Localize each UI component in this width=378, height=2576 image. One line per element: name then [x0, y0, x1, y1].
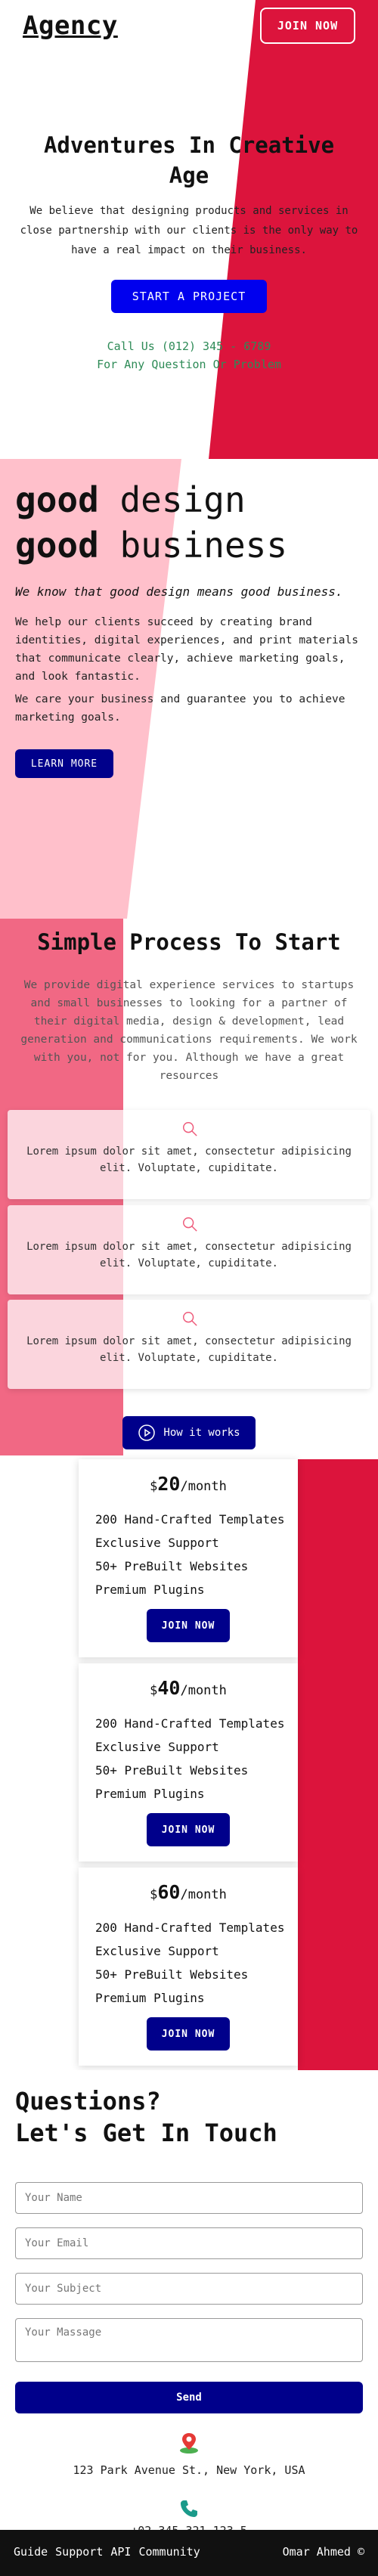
name-field[interactable] [15, 2182, 363, 2214]
brand-logo[interactable]: Agency [23, 11, 118, 41]
heading-business: business [119, 525, 288, 566]
plan-join-button[interactable]: JOIN NOW [147, 1609, 230, 1642]
price-period: /month [180, 1887, 227, 1902]
price-feature: 50+ PreBuilt Websites [95, 1559, 249, 1573]
footer-link-support[interactable]: Support [55, 2545, 103, 2559]
footer-link-community[interactable]: Community [138, 2545, 200, 2559]
price: $40/month [79, 1677, 298, 1699]
about-paragraph-1: We help our clients succeed by creating … [15, 616, 358, 683]
price-card: $60/month 200 Hand-Crafted Templates Exc… [79, 1868, 298, 2066]
price-feature: Exclusive Support [95, 1740, 219, 1754]
price-card: $20/month 200 Hand-Crafted Templates Exc… [79, 1459, 298, 1657]
price-card: $40/month 200 Hand-Crafted Templates Exc… [79, 1663, 298, 1861]
price-feature: Premium Plugins [95, 1991, 205, 2005]
learn-more-button[interactable]: LEARN MORE [15, 749, 113, 778]
join-now-button[interactable]: JOIN NOW [260, 8, 355, 44]
price-feature: 50+ PreBuilt Websites [95, 1967, 249, 1982]
phone-icon [181, 2500, 197, 2517]
contact-title-line-2: Let's Get In Touch [15, 2119, 277, 2147]
how-it-works-label: How it works [163, 1427, 240, 1439]
message-field[interactable] [15, 2318, 363, 2362]
contact-section: Questions? Let's Get In Touch Send 123 P… [0, 2070, 378, 2537]
footer-link-api[interactable]: API [110, 2545, 131, 2559]
card-text: Lorem ipsum dolor sit amet, consectetur … [26, 1241, 352, 1269]
search-icon [183, 1312, 197, 1326]
price-feature: Premium Plugins [95, 1582, 205, 1597]
how-it-works-button[interactable]: How it works [122, 1416, 256, 1449]
footer: Guide Support API Community Omar Ahmed © [0, 2530, 378, 2576]
price-feature: Premium Plugins [95, 1787, 205, 1801]
footer-links: Guide Support API Community [14, 2545, 200, 2559]
about-heading: good design good business [15, 477, 287, 568]
price-feature: Exclusive Support [95, 1536, 219, 1550]
footer-link-guide[interactable]: Guide [14, 2545, 48, 2559]
heading-good-1: good [15, 479, 99, 520]
address-text: 123 Park Avenue St., New York, USA [73, 2463, 305, 2477]
location-pin-icon [180, 2433, 198, 2454]
email-field[interactable] [15, 2227, 363, 2259]
plan-join-button[interactable]: JOIN NOW [147, 1813, 230, 1846]
play-icon [138, 1424, 156, 1441]
price-currency: $ [150, 1683, 158, 1698]
price-amount: 40 [157, 1677, 181, 1699]
price: $60/month [79, 1881, 298, 1903]
price-period: /month [180, 1479, 227, 1494]
price-amount: 60 [157, 1881, 181, 1903]
hero-text: We believe that designing products and s… [20, 205, 358, 256]
search-icon [183, 1217, 197, 1232]
price-currency: $ [150, 1479, 158, 1494]
price-feature: Exclusive Support [95, 1944, 219, 1958]
price-period: /month [180, 1683, 227, 1698]
subject-field[interactable] [15, 2273, 363, 2305]
contact-title-line-1: Questions? [15, 2087, 161, 2116]
contact-title: Questions? Let's Get In Touch [15, 2085, 277, 2149]
footer-copyright: Omar Ahmed © [282, 2545, 364, 2559]
heading-design: design [119, 479, 246, 520]
hero-section: Agency JOIN NOW Adventures In Creative A… [0, 0, 378, 459]
heading-good-2: good [15, 525, 99, 566]
process-title: Simple Process To Start [37, 929, 341, 955]
card-text: Lorem ipsum dolor sit amet, consectetur … [26, 1145, 352, 1174]
about-tagline: We know that good design means good busi… [15, 584, 343, 599]
search-icon [183, 1122, 197, 1136]
price: $20/month [79, 1473, 298, 1495]
call-subtext: For Any Question Or Problem [97, 358, 281, 371]
process-text: We provide digital experience services t… [20, 979, 358, 1082]
process-card: Lorem ipsum dolor sit amet, consectetur … [8, 1300, 370, 1389]
plan-join-button[interactable]: JOIN NOW [147, 2017, 230, 2051]
pricing-section: $20/month 200 Hand-Crafted Templates Exc… [0, 1459, 378, 2070]
call-phone: Call Us (012) 345 - 6789 [107, 339, 271, 353]
process-card: Lorem ipsum dolor sit amet, consectetur … [8, 1205, 370, 1294]
about-paragraph-2: We care your business and guarantee you … [15, 693, 345, 724]
pricing-red-band [298, 1459, 378, 2070]
price-feature: 200 Hand-Crafted Templates [95, 1920, 285, 1935]
price-feature: 200 Hand-Crafted Templates [95, 1716, 285, 1731]
process-section: Simple Process To Start We provide digit… [0, 919, 378, 1459]
hero-title: Adventures In Creative Age [43, 132, 335, 188]
card-text: Lorem ipsum dolor sit amet, consectetur … [26, 1335, 352, 1364]
process-card: Lorem ipsum dolor sit amet, consectetur … [8, 1110, 370, 1199]
send-button[interactable]: Send [15, 2382, 363, 2413]
call-info: Call Us (012) 345 - 6789 For Any Questio… [0, 337, 378, 374]
start-project-button[interactable]: START A PROJECT [111, 280, 267, 313]
price-feature: 50+ PreBuilt Websites [95, 1763, 249, 1778]
price-currency: $ [150, 1887, 158, 1902]
price-amount: 20 [157, 1473, 181, 1495]
about-section: good design good business We know that g… [0, 459, 378, 919]
price-feature: 200 Hand-Crafted Templates [95, 1512, 285, 1527]
